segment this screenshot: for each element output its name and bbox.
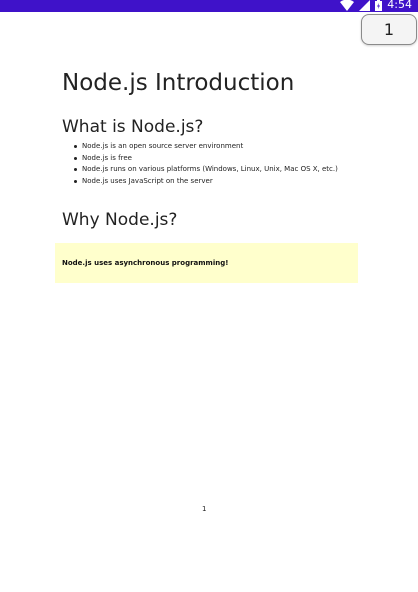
list-item: Node.js runs on various platforms (Windo… — [74, 164, 338, 176]
bullet-list: Node.js is an open source server environ… — [74, 141, 338, 187]
page-footer-number: 1 — [202, 505, 207, 513]
battery-icon — [375, 0, 383, 11]
document-title: Node.js Introduction — [62, 70, 295, 96]
list-item: Node.js uses JavaScript on the server — [74, 176, 338, 188]
wifi-icon — [340, 0, 355, 11]
page-number-button-label: 1 — [383, 20, 395, 39]
section-heading-what: What is Node.js? — [62, 117, 204, 137]
page-number-button[interactable]: 1 — [361, 14, 417, 45]
status-time: 4:54 — [387, 0, 412, 11]
note-box: Node.js uses asynchronous programming! — [55, 243, 358, 283]
list-item: Node.js is an open source server environ… — [74, 141, 338, 153]
status-bar: 4:54 — [0, 0, 418, 12]
section-heading-why: Why Node.js? — [62, 210, 178, 230]
list-item: Node.js is free — [74, 153, 338, 165]
note-text: Node.js uses asynchronous programming! — [62, 259, 229, 267]
status-icons: 4:54 — [340, 0, 412, 11]
signal-icon — [359, 0, 371, 11]
